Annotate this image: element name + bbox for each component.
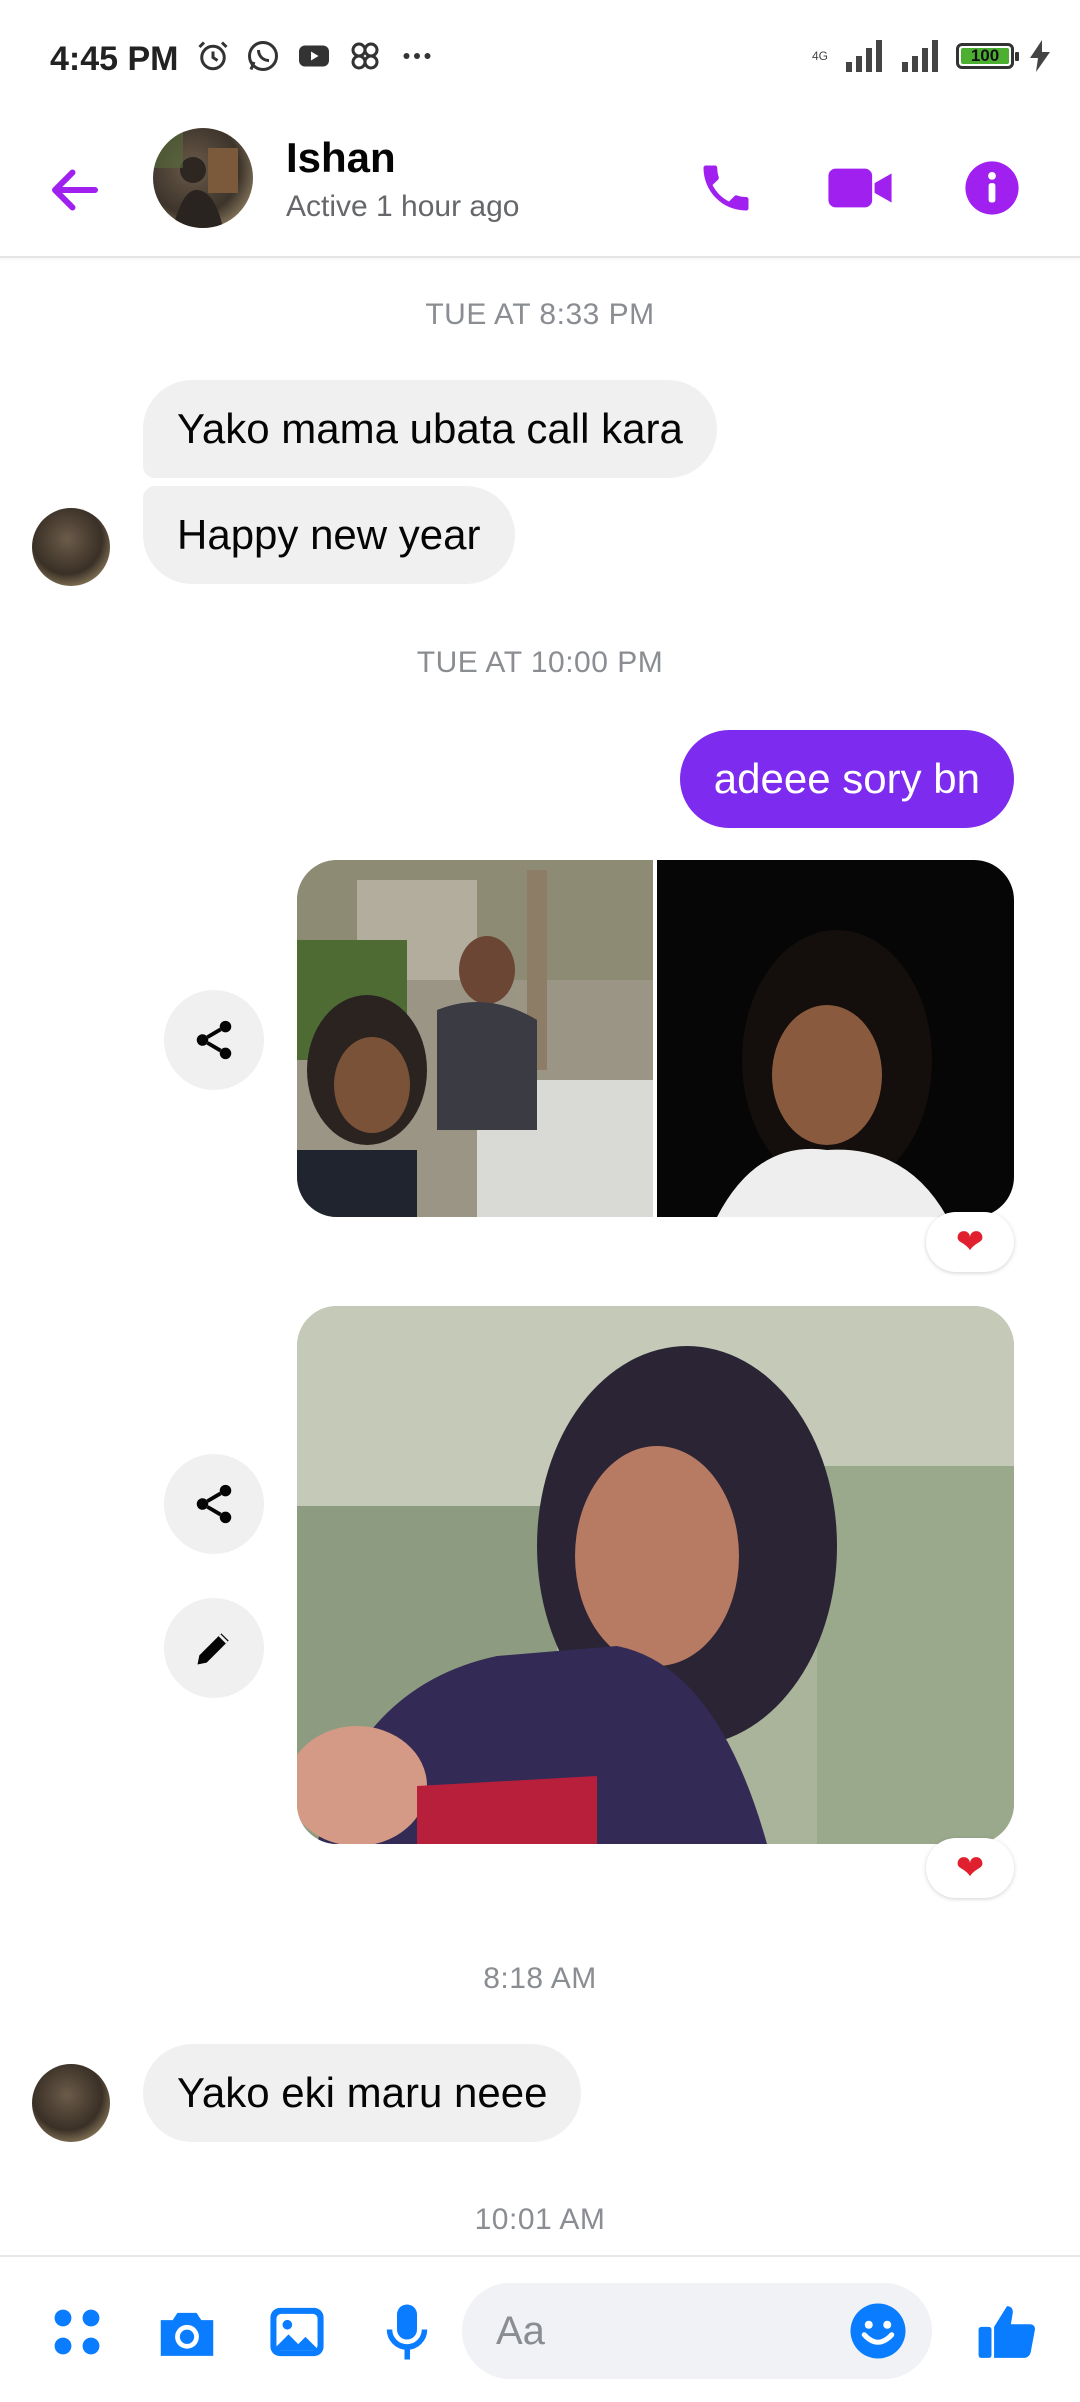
alarm-icon	[198, 41, 228, 71]
contact-avatar[interactable]	[153, 128, 253, 228]
sender-avatar[interactable]	[32, 508, 110, 586]
timestamp: TUE AT 10:00 PM	[416, 646, 664, 679]
battery-level: 100	[970, 46, 1000, 65]
incoming-message[interactable]: Happy new year	[143, 486, 515, 584]
timestamp: 8:18 AM	[483, 1962, 597, 1995]
video-camera-icon	[828, 168, 892, 208]
status-bar: 4:45 PM 4G 100	[0, 0, 1080, 120]
charging-bolt-icon	[1030, 40, 1050, 72]
conversation-header: Ishan Active 1 hour ago	[0, 120, 1080, 258]
share-icon	[196, 1020, 232, 1060]
signal-icon	[846, 40, 882, 72]
gallery-button[interactable]	[262, 2297, 332, 2367]
heart-reaction-icon: ❤	[955, 1849, 985, 1887]
video-call-button[interactable]	[820, 148, 900, 228]
battery-indicator: 100	[956, 43, 1019, 69]
share-button[interactable]	[164, 990, 264, 1090]
share-icon	[196, 1484, 232, 1524]
back-button[interactable]	[45, 160, 105, 220]
share-button[interactable]	[164, 1454, 264, 1554]
network-type: 4G	[811, 49, 828, 63]
more-actions-button[interactable]	[42, 2297, 112, 2367]
message-composer: Aa	[0, 2255, 1080, 2402]
timestamp: TUE AT 8:33 PM	[425, 298, 655, 331]
emoji-icon[interactable]	[848, 2301, 908, 2361]
camera-button[interactable]	[152, 2297, 222, 2367]
notification-icons	[195, 38, 437, 74]
whatsapp-icon	[248, 41, 278, 71]
outgoing-message[interactable]: adeee sory bn	[679, 730, 1014, 828]
youtube-icon	[299, 45, 329, 67]
thumbs-up-icon	[978, 2306, 1035, 2358]
camera-icon	[160, 2312, 214, 2356]
reaction-badge[interactable]: ❤	[926, 1838, 1014, 1898]
heart-reaction-icon: ❤	[955, 1223, 985, 1261]
message-input-placeholder: Aa	[496, 2309, 545, 2353]
gallery-icon	[270, 2307, 324, 2357]
menu-dots-icon	[54, 2309, 100, 2355]
like-button[interactable]	[972, 2297, 1042, 2367]
status-time: 4:45 PM	[50, 40, 179, 78]
shared-photo[interactable]	[297, 860, 653, 1217]
contact-name[interactable]: Ishan	[286, 134, 396, 182]
contact-active-status: Active 1 hour ago	[286, 190, 520, 223]
info-icon	[965, 161, 1019, 215]
phone-icon	[703, 165, 749, 211]
microphone-icon	[386, 2304, 428, 2360]
incoming-message[interactable]: Yako mama ubata call kara	[143, 380, 717, 478]
back-arrow-icon	[52, 169, 98, 211]
audio-call-button[interactable]	[686, 148, 766, 228]
shared-photo[interactable]	[297, 1306, 1014, 1844]
incoming-message[interactable]: Yako eki maru neee	[143, 2044, 582, 2142]
more-dots-icon	[403, 53, 431, 59]
reaction-badge[interactable]: ❤	[926, 1212, 1014, 1272]
message-input[interactable]: Aa	[462, 2283, 932, 2379]
voice-message-button[interactable]	[372, 2297, 442, 2367]
signal-icon-2	[902, 40, 938, 72]
timestamp: 10:01 AM	[474, 2203, 606, 2236]
edit-button[interactable]	[164, 1598, 264, 1698]
shared-photo[interactable]	[657, 860, 1014, 1217]
conversation-info-button[interactable]	[952, 148, 1032, 228]
app-grid-icon	[351, 42, 379, 70]
edit-pencil-icon	[197, 1633, 229, 1665]
system-indicators: 4G 100	[812, 40, 1050, 72]
sender-avatar[interactable]	[32, 2064, 110, 2142]
